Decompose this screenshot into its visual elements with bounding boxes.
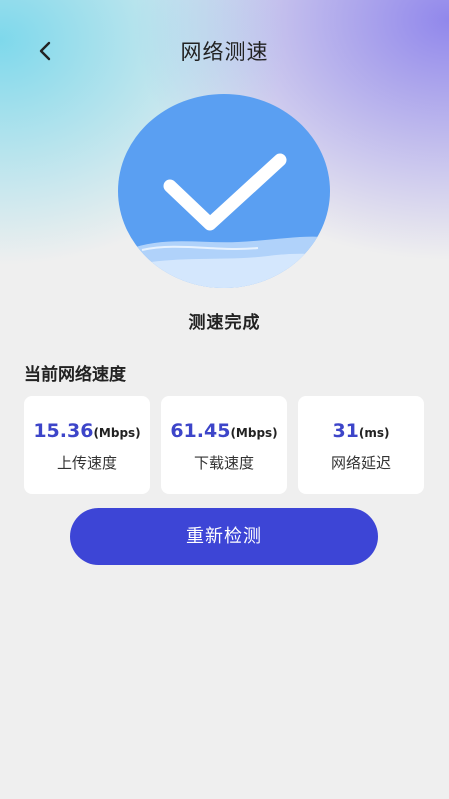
upload-speed-value: 15.36 bbox=[33, 420, 94, 442]
app-header: 网络测速 bbox=[0, 26, 449, 74]
section-title: 当前网络速度 bbox=[24, 365, 126, 385]
metric-value-row: 61.45(Mbps) bbox=[161, 420, 287, 442]
retest-button[interactable]: 重新检测 bbox=[70, 508, 378, 565]
page-title: 网络测速 bbox=[180, 40, 269, 64]
download-speed-card: 61.45(Mbps) 下载速度 bbox=[161, 396, 287, 494]
download-speed-unit: (Mbps) bbox=[230, 426, 278, 440]
metric-value-row: 31(ms) bbox=[298, 420, 424, 442]
result-badge bbox=[118, 94, 330, 288]
download-speed-label: 下载速度 bbox=[193, 454, 254, 472]
upload-speed-unit: (Mbps) bbox=[93, 426, 141, 440]
latency-value: 31 bbox=[332, 420, 359, 442]
latency-label: 网络延迟 bbox=[330, 454, 391, 472]
metric-value-row: 15.36(Mbps) bbox=[24, 420, 150, 442]
checkmark-icon bbox=[118, 153, 330, 288]
upload-speed-label: 上传速度 bbox=[56, 454, 117, 472]
upload-speed-card: 15.36(Mbps) 上传速度 bbox=[24, 396, 150, 494]
latency-unit: (ms) bbox=[358, 426, 390, 440]
test-status: 测速完成 bbox=[188, 313, 261, 333]
latency-card: 31(ms) 网络延迟 bbox=[298, 396, 424, 494]
download-speed-value: 61.45 bbox=[170, 420, 231, 442]
